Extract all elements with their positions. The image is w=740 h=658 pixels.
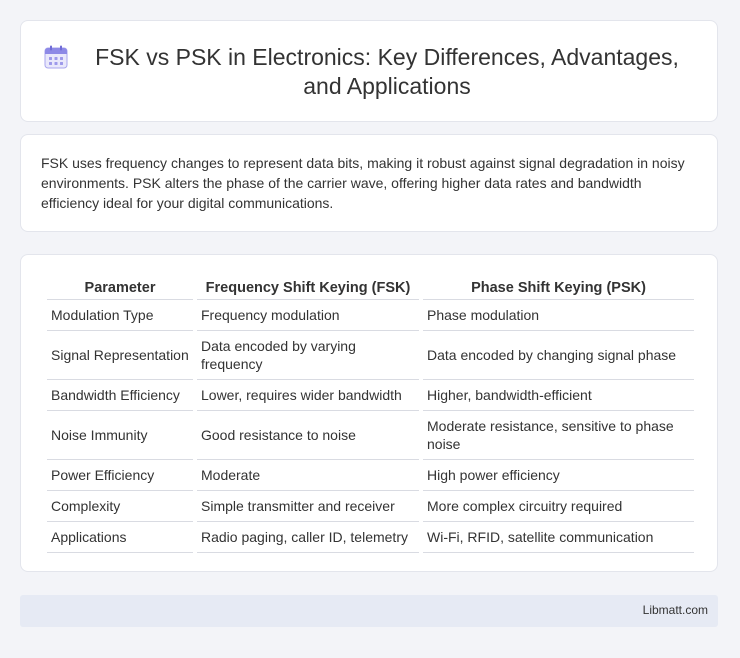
table-cell: High power efficiency: [423, 460, 694, 491]
table-cell: Moderate: [197, 460, 419, 491]
table-cell: Moderate resistance, sensitive to phase …: [423, 411, 694, 460]
table-cell: Frequency modulation: [197, 300, 419, 331]
table-cell: Simple transmitter and receiver: [197, 491, 419, 522]
table-cell: More complex circuitry required: [423, 491, 694, 522]
table-header-row: Parameter Frequency Shift Keying (FSK) P…: [47, 275, 694, 300]
column-header-psk: Phase Shift Keying (PSK): [423, 275, 694, 300]
table-row: Bandwidth Efficiency Lower, requires wid…: [47, 380, 694, 411]
table-cell: Bandwidth Efficiency: [47, 380, 193, 411]
table-row: Modulation Type Frequency modulation Pha…: [47, 300, 694, 331]
table-cell: Radio paging, caller ID, telemetry: [197, 522, 419, 553]
header-card: FSK vs PSK in Electronics: Key Differenc…: [20, 20, 718, 122]
table-cell: Good resistance to noise: [197, 411, 419, 460]
table-cell: Complexity: [47, 491, 193, 522]
table-row: Noise Immunity Good resistance to noise …: [47, 411, 694, 460]
summary-card: FSK uses frequency changes to represent …: [20, 134, 718, 232]
summary-text: FSK uses frequency changes to represent …: [41, 155, 685, 211]
page-title: FSK vs PSK in Electronics: Key Differenc…: [95, 44, 679, 99]
comparison-table: Parameter Frequency Shift Keying (FSK) P…: [43, 275, 698, 553]
table-cell: Wi-Fi, RFID, satellite communication: [423, 522, 694, 553]
table-row: Applications Radio paging, caller ID, te…: [47, 522, 694, 553]
table-cell: Applications: [47, 522, 193, 553]
table-cell: Lower, requires wider bandwidth: [197, 380, 419, 411]
table-cell: Signal Representation: [47, 331, 193, 380]
table-cell: Data encoded by changing signal phase: [423, 331, 694, 380]
table-row: Complexity Simple transmitter and receiv…: [47, 491, 694, 522]
table-cell: Modulation Type: [47, 300, 193, 331]
column-header-fsk: Frequency Shift Keying (FSK): [197, 275, 419, 300]
table-cell: Data encoded by varying frequency: [197, 331, 419, 380]
table-cell: Power Efficiency: [47, 460, 193, 491]
column-header-parameter: Parameter: [47, 275, 193, 300]
table-cell: Higher, bandwidth-efficient: [423, 380, 694, 411]
table-row: Power Efficiency Moderate High power eff…: [47, 460, 694, 491]
footer-bar: Libmatt.com: [20, 595, 718, 627]
table-row: Signal Representation Data encoded by va…: [47, 331, 694, 380]
table-cell: Noise Immunity: [47, 411, 193, 460]
table-cell: Phase modulation: [423, 300, 694, 331]
comparison-table-card: Parameter Frequency Shift Keying (FSK) P…: [20, 254, 718, 572]
footer-site-link[interactable]: Libmatt.com: [643, 603, 708, 617]
